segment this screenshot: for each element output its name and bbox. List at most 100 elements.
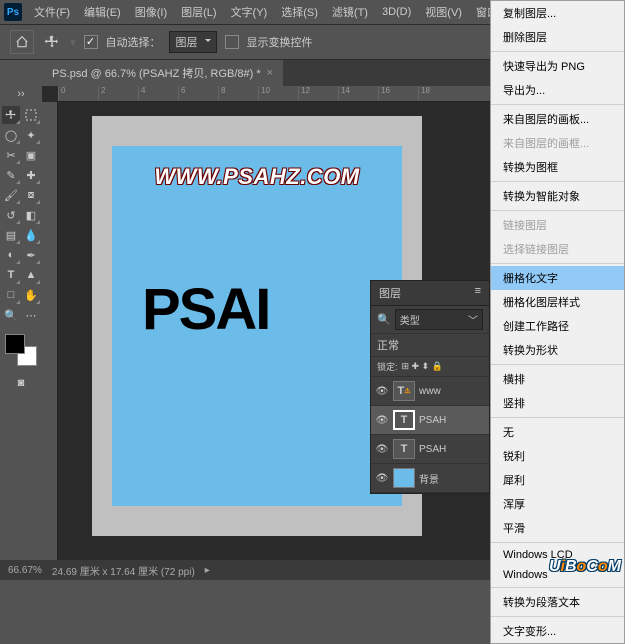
brush-tool[interactable]: 🖌 [2, 186, 20, 204]
blur-tool[interactable]: 💧 [22, 226, 40, 244]
shape-tool[interactable]: □ [2, 286, 20, 304]
blend-mode-select[interactable]: 正常 [377, 337, 399, 353]
menu-separator [491, 417, 624, 418]
context-menu-item[interactable]: 无 [491, 420, 624, 444]
panel-menu-icon[interactable]: ≡ [475, 285, 481, 301]
menu-filter[interactable]: 滤镜(T) [326, 1, 374, 23]
menu-separator [491, 364, 624, 365]
context-menu-item[interactable]: 快速导出为 PNG [491, 54, 624, 78]
context-menu-item[interactable]: 栅格化图层样式 [491, 290, 624, 314]
auto-select-checkbox[interactable] [84, 35, 98, 49]
layers-panel-header: 图层 ≡ [371, 281, 489, 306]
layer-name[interactable]: www [419, 386, 441, 397]
layer-row[interactable]: 👁 T PSAH [371, 406, 489, 435]
tools-collapse-icon[interactable]: ›› [14, 88, 28, 100]
pen-tool[interactable]: ✒ [22, 246, 40, 264]
eraser-tool[interactable]: ◧ [22, 206, 40, 224]
context-menu-item[interactable]: 导出为... [491, 78, 624, 102]
layer-thumb [393, 468, 415, 488]
visibility-icon[interactable]: 👁 [375, 444, 389, 455]
visibility-icon[interactable]: 👁 [375, 415, 389, 426]
context-menu-item[interactable]: 转换为段落文本 [491, 590, 624, 614]
color-swatches[interactable] [5, 334, 37, 366]
history-brush-tool[interactable]: ↺ [2, 206, 20, 224]
context-menu-item[interactable]: 竖排 [491, 391, 624, 415]
auto-select-target[interactable]: 图层 [169, 31, 217, 53]
menu-separator [491, 181, 624, 182]
ps-app-icon: Ps [4, 3, 22, 21]
context-menu: 复制图层...删除图层快速导出为 PNG导出为...来自图层的画板...来自图层… [490, 0, 625, 644]
foreground-color[interactable] [5, 334, 25, 354]
menu-separator [491, 104, 624, 105]
document-tab[interactable]: PS.psd @ 66.7% (PSAHZ 拷贝, RGB/8#) * × [42, 60, 283, 86]
gradient-tool[interactable]: ▤ [2, 226, 20, 244]
zoom-level[interactable]: 66.67% [8, 565, 42, 576]
home-button[interactable] [10, 30, 34, 54]
watermark-text: WWW.PSAHZ.COM [112, 164, 402, 190]
path-select-tool[interactable]: ▲ [22, 266, 40, 284]
document-tab-title: PS.psd @ 66.7% (PSAHZ 拷贝, RGB/8#) * [52, 65, 261, 81]
quick-mask-tool[interactable]: ◙ [12, 374, 30, 392]
visibility-icon[interactable]: 👁 [375, 473, 389, 484]
context-menu-item[interactable]: 平滑 [491, 516, 624, 540]
context-menu-item[interactable]: 文字变形... [491, 619, 624, 643]
context-menu-item[interactable]: 来自图层的画板... [491, 107, 624, 131]
lasso-tool[interactable]: ◯ [2, 126, 20, 144]
menu-edit[interactable]: 编辑(E) [78, 1, 127, 23]
tools-panel: ›› ◯ ✦ ✂ ▣ ✎ ✚ 🖌 ⧇ ↺ ◧ ▤ 💧 ◐ ✒ T ▲ □ ✋ 🔍… [0, 86, 42, 560]
frame-tool[interactable]: ▣ [22, 146, 40, 164]
context-menu-item[interactable]: 转换为形状 [491, 338, 624, 362]
menu-select[interactable]: 选择(S) [275, 1, 324, 23]
move-tool[interactable] [2, 106, 20, 124]
context-menu-item[interactable]: 浑厚 [491, 492, 624, 516]
visibility-icon[interactable]: 👁 [375, 386, 389, 397]
healing-tool[interactable]: ✚ [22, 166, 40, 184]
context-menu-item[interactable]: 创建工作路径 [491, 314, 624, 338]
context-menu-item[interactable]: 复制图层... [491, 1, 624, 25]
type-tool[interactable]: T [2, 266, 20, 284]
lock-label: 锁定: [377, 360, 398, 373]
ruler-vertical [42, 102, 58, 560]
hand-tool[interactable]: ✋ [22, 286, 40, 304]
context-menu-item[interactable]: 锐利 [491, 444, 624, 468]
context-menu-item[interactable]: 犀利 [491, 468, 624, 492]
crop-tool[interactable]: ✂ [2, 146, 20, 164]
layer-name[interactable]: 背景 [419, 471, 439, 486]
uibo-watermark: UiBoCoM [549, 558, 621, 576]
magic-wand-tool[interactable]: ✦ [22, 126, 40, 144]
dodge-tool[interactable]: ◐ [2, 246, 20, 264]
menu-separator [491, 542, 624, 543]
context-menu-item[interactable]: 删除图层 [491, 25, 624, 49]
context-menu-item[interactable]: 转换为图框 [491, 155, 624, 179]
layer-row[interactable]: 👁 背景 [371, 464, 489, 493]
layer-row[interactable]: 👁 T⚠ www [371, 377, 489, 406]
zoom-tool[interactable]: 🔍 [2, 306, 20, 324]
layer-name[interactable]: PSAH [419, 444, 446, 455]
marquee-tool[interactable] [22, 106, 40, 124]
artboard[interactable]: WWW.PSAHZ.COM PSAI [112, 146, 402, 506]
layer-filter-select[interactable]: 类型﹀ [395, 309, 483, 330]
type-layer-thumb: T [393, 410, 415, 430]
menu-layer[interactable]: 图层(L) [175, 1, 222, 23]
layer-row[interactable]: 👁 T PSAH [371, 435, 489, 464]
close-tab-icon[interactable]: × [267, 67, 273, 79]
show-transform-checkbox[interactable] [225, 35, 239, 49]
extra-tool[interactable]: ⋯ [22, 306, 40, 324]
layers-panel: 图层 ≡ 🔍 类型﹀ 正常 锁定: ⊞ ✚ ⬍ 🔒 👁 T⚠ www 👁 T P… [370, 280, 490, 494]
stamp-tool[interactable]: ⧇ [22, 186, 40, 204]
menu-separator [491, 51, 624, 52]
menu-image[interactable]: 图像(I) [129, 1, 173, 23]
lock-icons[interactable]: ⊞ ✚ ⬍ 🔒 [402, 361, 443, 372]
context-menu-item[interactable]: 栅格化文字 [491, 266, 624, 290]
menu-view[interactable]: 视图(V) [419, 1, 468, 23]
chevron-right-icon[interactable]: ▸ [205, 565, 210, 576]
context-menu-item[interactable]: 横排 [491, 367, 624, 391]
menu-separator [491, 616, 624, 617]
context-menu-item[interactable]: 转换为智能对象 [491, 184, 624, 208]
eyedropper-tool[interactable]: ✎ [2, 166, 20, 184]
menu-3d[interactable]: 3D(D) [376, 3, 417, 21]
menu-file[interactable]: 文件(F) [28, 1, 76, 23]
context-menu-item: 链接图层 [491, 213, 624, 237]
menu-type[interactable]: 文字(Y) [225, 1, 274, 23]
layer-name[interactable]: PSAH [419, 415, 446, 426]
